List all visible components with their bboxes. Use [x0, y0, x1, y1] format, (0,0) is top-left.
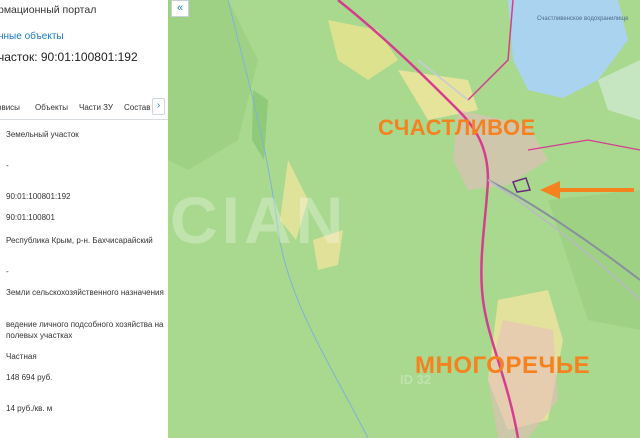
- watermark: CIAN: [170, 183, 348, 257]
- info-type: Земельный участок: [6, 130, 79, 139]
- collapse-panel-icon[interactable]: «: [171, 0, 189, 17]
- info-land-category: Земли сельскохозяйственного назначения: [6, 288, 164, 297]
- info-ownership: Частная: [6, 352, 37, 361]
- info-price-per-sqm: 14 руб./кв. м: [6, 404, 53, 413]
- tab-objects[interactable]: Объекты: [35, 103, 68, 112]
- info-cadastral-value: 148 694 руб.: [6, 373, 53, 382]
- objects-link[interactable]: нные объекты: [0, 31, 64, 42]
- info-cadastral-quarter: 90:01:100801: [6, 213, 55, 222]
- parcel-title: часток: 90:01:100801:192: [0, 50, 138, 64]
- tab-composition[interactable]: Состав: [124, 103, 151, 112]
- info-dash-1: -: [6, 161, 9, 170]
- info-permitted-use: ведение личного подсобного хозяйства на …: [6, 320, 164, 340]
- arrow-head-icon: [540, 181, 560, 199]
- portal-title: рмационный портал: [0, 4, 97, 16]
- town-label-mnogorechye: МНОГОРЕЧЬЕ: [415, 352, 591, 379]
- tab-parts[interactable]: Части ЗУ: [79, 103, 113, 112]
- chevron-right-icon[interactable]: ›: [152, 98, 165, 115]
- info-address: Республика Крым, р-н. Бахчисарайский: [6, 236, 153, 245]
- tab-services[interactable]: рвисы: [0, 103, 20, 112]
- tab-bar: рвисы Объекты Части ЗУ Состав ›: [0, 96, 168, 120]
- info-cadastral-number: 90:01:100801:192: [6, 192, 71, 201]
- town-label-schastlivoe: СЧАСТЛИВОЕ: [378, 115, 536, 140]
- info-dash-2: -: [6, 267, 9, 276]
- cadastral-info-panel: рмационный портал нные объекты часток: 9…: [0, 0, 168, 438]
- lake-label: Счастливенское водохранилище: [537, 16, 629, 22]
- map-view[interactable]: CIAN ID 32 Счастливенское водохранилище …: [168, 0, 640, 438]
